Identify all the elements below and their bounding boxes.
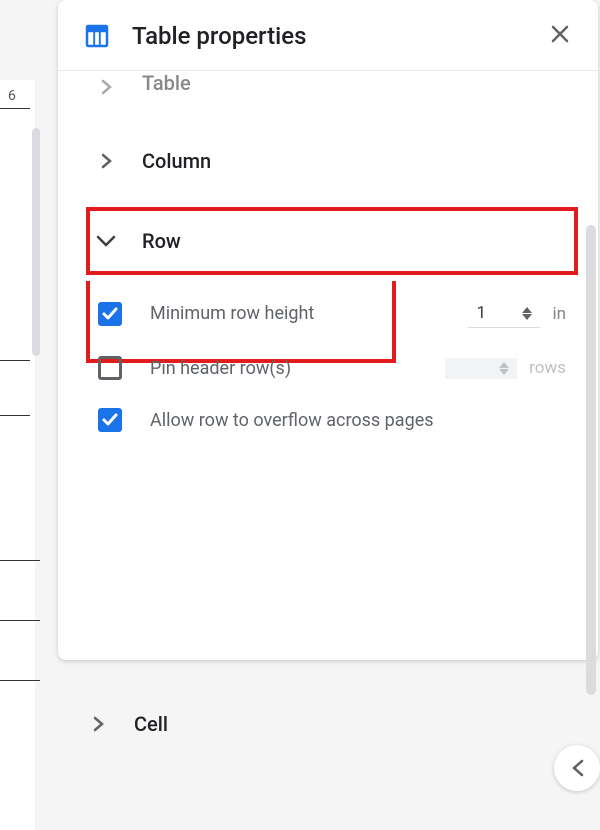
scrollbar-left[interactable]	[32, 128, 40, 356]
ruler-tick	[0, 620, 40, 621]
chevron-right-icon	[86, 712, 110, 736]
section-table[interactable]: Table	[86, 71, 578, 127]
ruler-tick	[0, 415, 30, 416]
option-overflow: Allow row to overflow across pages	[86, 394, 578, 446]
row-options: Minimum row height 1 in	[86, 275, 578, 456]
section-table-label: Table	[142, 71, 191, 95]
section-row[interactable]: Row	[86, 207, 578, 275]
ruler-tick	[0, 680, 40, 681]
ruler-tick	[0, 560, 40, 561]
chevron-left-icon	[570, 759, 584, 777]
option-min-row-height: Minimum row height 1 in	[86, 285, 578, 342]
stepper-up-icon	[499, 362, 509, 368]
panel-title: Table properties	[132, 22, 546, 50]
stepper-up-icon	[522, 307, 532, 313]
check-icon	[101, 305, 119, 323]
pin-header-checkbox[interactable]	[98, 356, 122, 380]
panel-body: Table Column Row Minimum row height	[58, 71, 598, 651]
section-row-label: Row	[142, 229, 181, 253]
check-icon	[101, 411, 119, 429]
min-row-height-checkbox[interactable]	[98, 302, 122, 326]
ruler-tick	[0, 108, 30, 109]
pin-header-label: Pin header row(s)	[150, 358, 291, 379]
stepper[interactable]	[522, 307, 532, 320]
floating-action-button[interactable]	[554, 745, 600, 791]
section-cell-label: Cell	[134, 712, 168, 736]
section-column[interactable]: Column	[86, 127, 578, 195]
min-row-height-value: 1	[476, 303, 486, 323]
close-icon	[550, 24, 570, 44]
ruler-mark: 6	[8, 88, 16, 104]
chevron-right-icon	[94, 75, 118, 99]
stepper-down-icon	[522, 314, 532, 320]
min-row-height-input[interactable]: 1	[468, 299, 540, 328]
section-cell[interactable]: Cell	[58, 690, 598, 758]
section-column-label: Column	[142, 149, 211, 173]
min-row-height-label: Minimum row height	[150, 303, 314, 324]
close-button[interactable]	[546, 20, 574, 52]
scrollbar-right[interactable]	[586, 225, 596, 695]
min-row-height-unit: in	[552, 304, 566, 324]
ruler-tick	[0, 360, 30, 361]
chevron-down-icon	[94, 229, 118, 253]
panel-header: Table properties	[58, 0, 598, 71]
chevron-right-icon	[94, 149, 118, 173]
stepper-down-icon	[499, 369, 509, 375]
overflow-label: Allow row to overflow across pages	[150, 410, 434, 431]
stepper-disabled	[499, 362, 509, 375]
overflow-checkbox[interactable]	[98, 408, 122, 432]
pin-header-unit: rows	[529, 358, 566, 378]
option-pin-header: Pin header row(s) rows	[86, 342, 578, 394]
pin-header-input	[445, 358, 517, 379]
ruler	[0, 80, 35, 830]
table-icon	[82, 21, 112, 51]
table-properties-panel: Table properties Table Column Row	[58, 0, 598, 660]
